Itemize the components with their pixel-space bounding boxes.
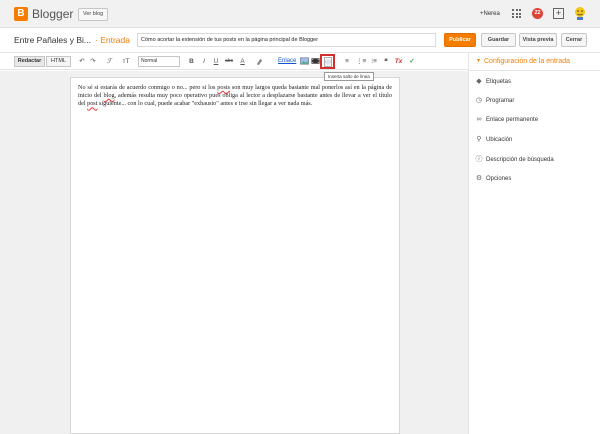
- app-name[interactable]: Blogger: [32, 7, 73, 21]
- close-button[interactable]: Cerrar: [561, 33, 587, 47]
- editor-area: No sé si estarás de acuerdo conmigo o no…: [0, 71, 468, 434]
- sidebar-item-labels[interactable]: ◆ Etiquetas: [469, 74, 600, 93]
- sidebar-item-search-description[interactable]: ⓘ Descripción de búsqueda: [469, 152, 600, 171]
- blogger-logo-icon[interactable]: B: [14, 7, 28, 21]
- jump-break-tooltip: Inserta salto de línea: [324, 72, 374, 81]
- post-title-bar: Entre Pañales y Bi... · Entrada Cómo aco…: [0, 28, 600, 53]
- font-family-icon[interactable]: ℱ: [104, 56, 114, 67]
- redo-icon[interactable]: ↷: [89, 56, 97, 67]
- clear-format-icon[interactable]: Tx: [394, 56, 403, 67]
- share-plus-icon[interactable]: +: [553, 8, 564, 19]
- avatar[interactable]: [572, 5, 588, 21]
- undo-icon[interactable]: ↶: [78, 56, 86, 67]
- bold-button[interactable]: B: [188, 56, 195, 67]
- top-bar: B Blogger Ver blog +Nerea 22 +: [0, 0, 600, 28]
- image-icon[interactable]: [300, 56, 309, 66]
- tab-html[interactable]: HTML: [46, 56, 71, 67]
- align-icon[interactable]: ≡: [342, 56, 352, 67]
- notifications-badge[interactable]: 22: [532, 8, 543, 19]
- italic-button[interactable]: I: [201, 56, 207, 67]
- post-settings-header[interactable]: ▼ Configuración de la entrada: [469, 53, 600, 71]
- tab-compose[interactable]: Redactar: [14, 56, 45, 67]
- bullet-list-icon[interactable]: ⁝≡: [369, 56, 379, 67]
- user-profile-link[interactable]: +Nerea: [480, 10, 500, 18]
- highlight-color-icon[interactable]: [255, 57, 264, 66]
- jump-break-icon: [324, 57, 332, 67]
- apps-grid-icon[interactable]: [512, 9, 521, 18]
- spellcheck-icon[interactable]: ✓: [408, 56, 416, 67]
- underline-button[interactable]: U: [213, 56, 219, 67]
- info-icon: ⓘ: [475, 156, 483, 163]
- blog-name-link[interactable]: Entre Pañales y Bi...: [14, 35, 91, 46]
- clock-icon: ◷: [475, 97, 483, 104]
- post-body-editor[interactable]: No sé si estarás de acuerdo conmigo o no…: [70, 77, 400, 434]
- collapse-arrow-icon: ▼: [476, 58, 481, 64]
- numbered-list-icon[interactable]: ⋮≡: [356, 56, 366, 67]
- view-blog-button[interactable]: Ver blog: [78, 8, 109, 21]
- link-button[interactable]: Enlace: [278, 56, 296, 67]
- section-label: · Entrada: [95, 35, 130, 45]
- publish-button[interactable]: Publicar: [444, 33, 476, 47]
- post-title-input[interactable]: Cómo acortar la extensión de tus posts e…: [137, 33, 436, 47]
- save-button[interactable]: Guardar: [481, 33, 516, 47]
- strikethrough-button[interactable]: abc: [224, 56, 234, 67]
- sidebar-item-location[interactable]: ⚲ Ubicación: [469, 132, 600, 151]
- sidebar-item-schedule[interactable]: ◷ Programar: [469, 93, 600, 112]
- sidebar-item-options[interactable]: ⚙ Opciones: [469, 171, 600, 190]
- link-icon: ∞: [476, 116, 482, 123]
- editor-toolbar: Redactar HTML ↶ ↷ ℱ ᴛT Normal B I U abc …: [0, 53, 468, 70]
- text-color-icon[interactable]: A: [239, 56, 246, 67]
- post-body-text: No sé si estarás de acuerdo conmigo o no…: [78, 84, 392, 108]
- post-settings-sidebar: ▼ Configuración de la entrada ◆ Etiqueta…: [468, 53, 600, 434]
- font-size-icon[interactable]: ᴛT: [120, 56, 132, 67]
- video-icon[interactable]: [311, 56, 320, 66]
- preview-button[interactable]: Vista previa: [519, 33, 557, 47]
- jump-break-button[interactable]: [320, 54, 335, 69]
- tag-icon: ◆: [476, 78, 482, 85]
- sidebar-item-permalink[interactable]: ∞ Enlace permanente: [469, 112, 600, 131]
- quote-icon[interactable]: ❝: [382, 56, 390, 67]
- location-pin-icon: ⚲: [476, 136, 482, 143]
- gear-icon: ⚙: [475, 175, 483, 182]
- format-select[interactable]: Normal: [138, 56, 180, 67]
